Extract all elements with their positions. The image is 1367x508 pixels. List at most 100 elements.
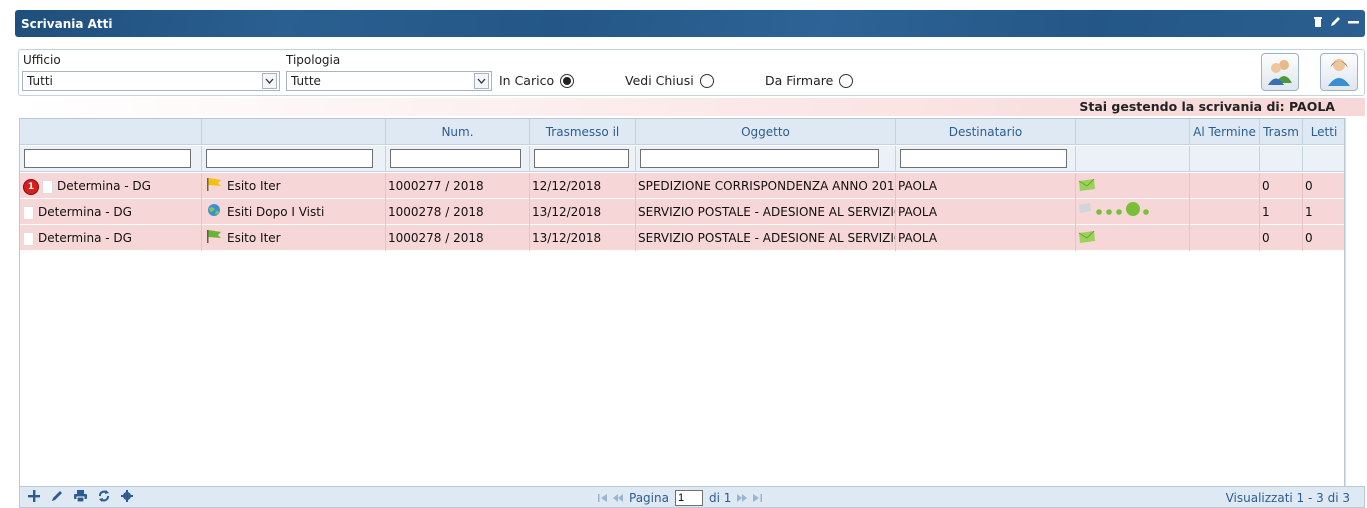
filter-panel: Ufficio Tutti Tipologia Tutte In Carico … — [18, 49, 1365, 96]
row-stato: Esito Iter — [227, 179, 281, 193]
row-letti: 0 — [1303, 173, 1346, 199]
row-oggetto: SERVIZIO POSTALE - ADESIONE AL SERVIZIO — [636, 225, 896, 251]
row-al-termine — [1190, 199, 1260, 225]
records-summary: Visualizzati 1 - 3 di 3 — [1225, 491, 1350, 505]
user-icon — [1326, 56, 1352, 89]
grid-filter-row — [20, 146, 1346, 172]
last-page-icon[interactable] — [753, 491, 763, 505]
col-header-progress[interactable] — [1076, 119, 1190, 145]
row-trasm: 1 — [1260, 199, 1303, 225]
row-al-termine — [1190, 225, 1260, 251]
users-group-button[interactable] — [1261, 53, 1299, 91]
filter-trasmesso-input[interactable] — [534, 149, 629, 168]
filter-destinatario-input[interactable] — [900, 149, 1067, 168]
radio-da-firmare[interactable]: Da Firmare — [765, 73, 854, 88]
row-stato: Esito Iter — [227, 231, 281, 245]
radio-button[interactable] — [839, 73, 854, 88]
atti-grid: Num. Trasmesso il Oggetto Destinatario A… — [19, 118, 1346, 508]
filter-tipo-input[interactable] — [24, 149, 191, 168]
tipologia-label: Tipologia — [286, 53, 341, 67]
filter-empty-cell — [1260, 146, 1303, 172]
col-header-destinatario[interactable]: Destinatario — [896, 119, 1076, 145]
grid-header: Num. Trasmesso il Oggetto Destinatario A… — [20, 119, 1346, 145]
refresh-icon[interactable] — [98, 490, 110, 505]
table-row[interactable]: 1 Determina - DG Esito Iter 1000277 / 201… — [20, 173, 1346, 200]
edit-icon[interactable] — [51, 490, 63, 505]
filter-empty-cell — [1190, 146, 1260, 172]
filter-oggetto-input[interactable] — [640, 149, 879, 168]
add-icon[interactable] — [28, 490, 40, 505]
col-header-trasmesso[interactable]: Trasmesso il — [530, 119, 636, 145]
radio-da-firmare-label: Da Firmare — [765, 73, 834, 88]
window-title: Scrivania Atti — [21, 16, 113, 31]
prev-page-icon[interactable] — [613, 491, 623, 505]
radio-in-carico[interactable]: In Carico — [499, 73, 575, 88]
progress-dots-icon — [1078, 200, 1170, 226]
row-trasm: 0 — [1260, 225, 1303, 251]
ufficio-value: Tutti — [27, 74, 53, 88]
row-letti: 1 — [1303, 199, 1346, 225]
row-tipo: Determina - DG — [38, 205, 132, 219]
document-icon — [23, 205, 34, 220]
row-oggetto: SPEDIZIONE CORRISPONDENZA ANNO 2019 — [636, 173, 896, 199]
filter-empty-cell — [1076, 146, 1190, 172]
row-trasm: 0 — [1260, 173, 1303, 199]
tipologia-value: Tutte — [291, 74, 321, 88]
tipologia-select[interactable]: Tutte — [286, 71, 492, 91]
document-icon — [42, 179, 53, 194]
print-icon[interactable] — [74, 490, 87, 505]
row-data: 13/12/2018 — [530, 199, 636, 225]
filter-stato-input[interactable] — [206, 149, 373, 168]
table-row[interactable]: Determina - DG Esito Iter 1000278 / 2018… — [20, 225, 1346, 252]
minimize-icon[interactable] — [1348, 16, 1359, 27]
row-destinatario: PAOLA — [896, 173, 1076, 199]
col-header-stato[interactable] — [202, 119, 386, 145]
next-page-icon[interactable] — [737, 491, 748, 505]
table-row[interactable]: Determina - DG Esiti Dopo I Visti 100027… — [20, 199, 1346, 226]
row-stato: Esiti Dopo I Visti — [227, 205, 325, 219]
chevron-down-icon[interactable] — [262, 73, 277, 89]
page-label: Pagina — [629, 491, 669, 505]
users-group-icon — [1265, 57, 1295, 88]
ufficio-select[interactable]: Tutti — [22, 71, 280, 91]
document-icon — [23, 231, 34, 246]
filter-num-input[interactable] — [390, 149, 521, 168]
radio-vedi-chiusi-label: Vedi Chiusi — [625, 73, 694, 88]
row-num: 1000278 / 2018 — [386, 225, 530, 251]
filter-empty-cell — [1303, 146, 1346, 172]
window-titlebar: Scrivania Atti — [15, 10, 1365, 37]
col-header-al-termine[interactable]: Al Termine — [1190, 119, 1260, 145]
green-envelope-icon — [1078, 226, 1096, 252]
user-button[interactable] — [1320, 53, 1358, 91]
row-num: 1000277 / 2018 — [386, 173, 530, 199]
col-header-num[interactable]: Num. — [386, 119, 530, 145]
row-data: 12/12/2018 — [530, 173, 636, 199]
col-header-oggetto[interactable]: Oggetto — [636, 119, 896, 145]
globe-icon — [206, 200, 222, 226]
col-header-trasm[interactable]: Trasm — [1260, 119, 1303, 145]
radio-vedi-chiusi[interactable]: Vedi Chiusi — [625, 73, 714, 88]
grid-pager: Pagina di 1 Visualizzati 1 - 3 di 3 — [19, 486, 1365, 508]
row-tipo: Determina - DG — [57, 179, 151, 193]
first-page-icon[interactable] — [598, 491, 607, 505]
trash-icon[interactable] — [1313, 16, 1323, 27]
user-banner-name: PAOLA — [1289, 99, 1335, 114]
row-data: 13/12/2018 — [530, 225, 636, 251]
notification-badge: 1 — [23, 178, 39, 195]
radio-button-checked[interactable] — [560, 73, 575, 88]
green-envelope-icon — [1078, 174, 1096, 200]
radio-button[interactable] — [699, 73, 714, 88]
col-header-letti[interactable]: Letti — [1303, 119, 1346, 145]
row-destinatario: PAOLA — [896, 199, 1076, 225]
radio-in-carico-label: In Carico — [499, 73, 555, 88]
green-flag-icon — [206, 226, 222, 252]
gear-icon[interactable] — [121, 490, 133, 505]
col-header-tipo[interactable] — [20, 119, 202, 145]
chevron-down-icon[interactable] — [474, 73, 489, 89]
pencil-icon[interactable] — [1330, 16, 1341, 27]
row-destinatario: PAOLA — [896, 225, 1076, 251]
row-tipo: Determina - DG — [38, 231, 132, 245]
vertical-scrollbar[interactable] — [1345, 118, 1365, 486]
page-number-input[interactable] — [674, 490, 703, 506]
row-oggetto: SERVIZIO POSTALE - ADESIONE AL SERVIZIO — [636, 199, 896, 225]
